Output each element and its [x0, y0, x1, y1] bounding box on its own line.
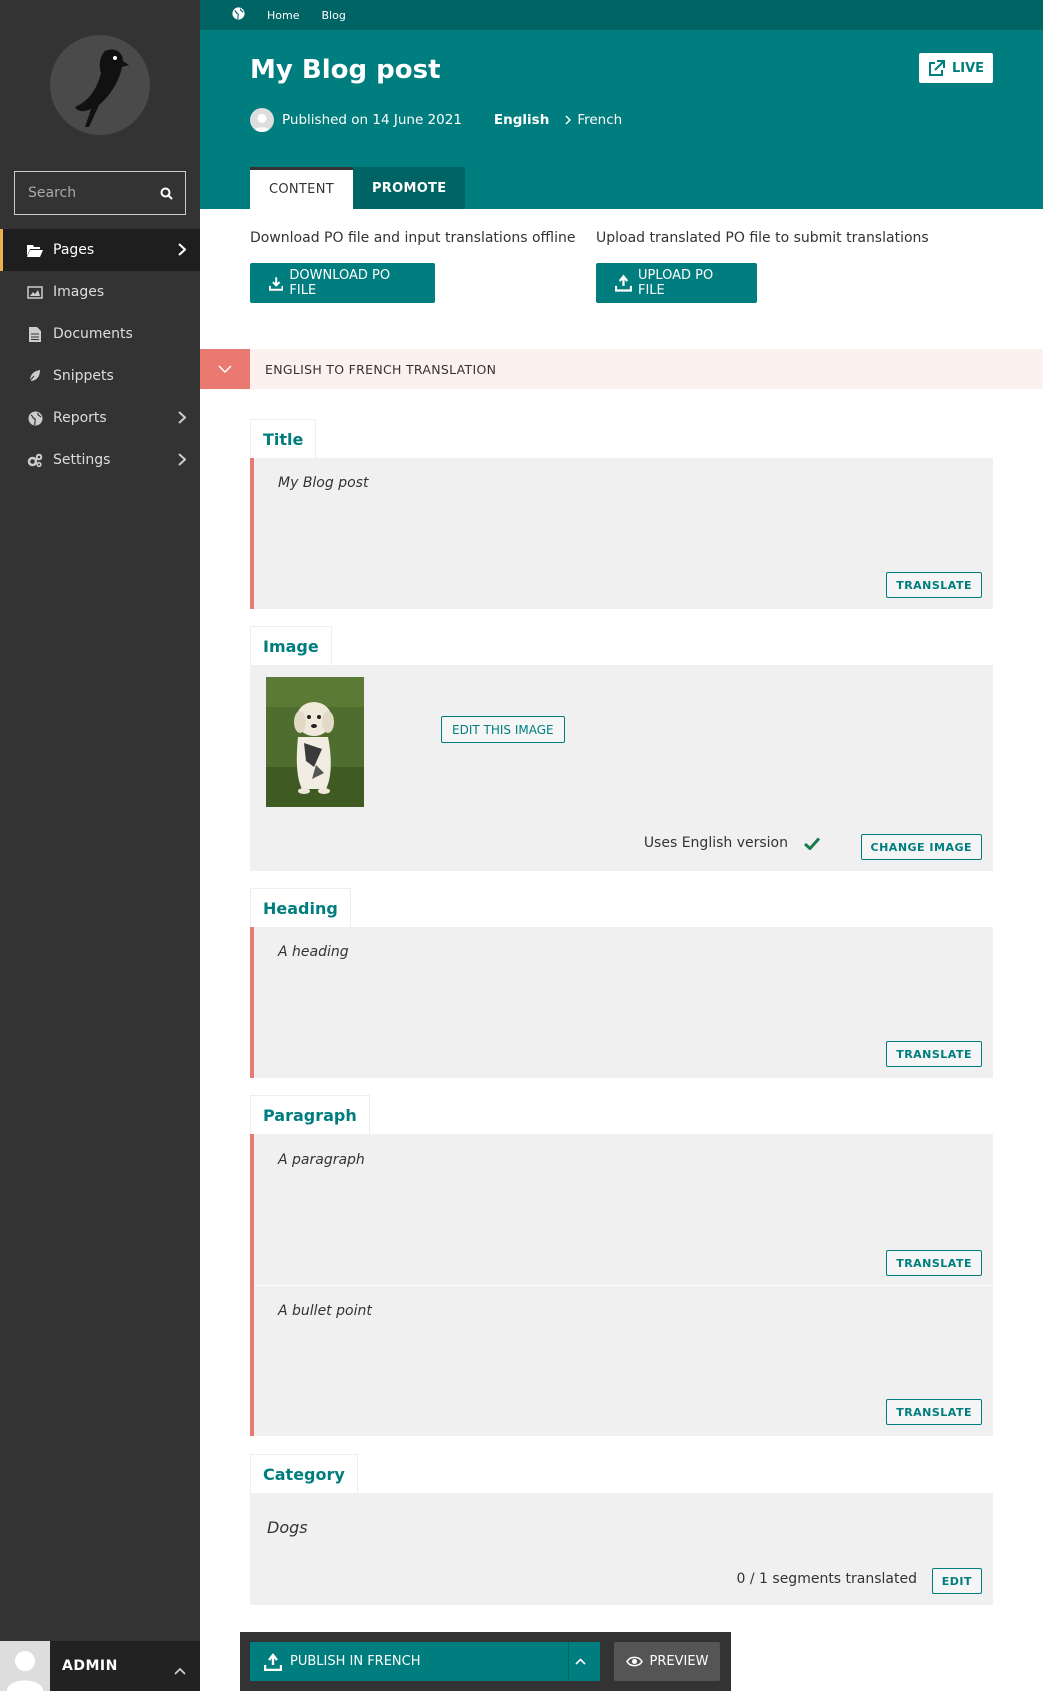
field-heading: A heading TRANSLATE [250, 927, 993, 1078]
segment-text: A bullet point [278, 1303, 372, 1319]
field-category: Dogs 0 / 1 segments translated EDIT [250, 1493, 993, 1605]
field-paragraph: A paragraph TRANSLATE A bullet point TRA… [250, 1134, 993, 1436]
sidebar-item-label: Pages [53, 242, 95, 258]
segment-text: My Blog post [278, 475, 369, 491]
sidebar-item-label: Images [53, 284, 105, 300]
preview-label: PREVIEW [649, 1654, 709, 1669]
sidebar-item-images[interactable]: Images [0, 271, 200, 313]
chevron-up-icon[interactable] [568, 1642, 600, 1681]
download-po-button[interactable]: DOWNLOAD PO FILE [250, 263, 435, 303]
translate-button[interactable]: TRANSLATE [886, 1399, 982, 1425]
search-box [14, 171, 186, 215]
sidebar-item-label: Documents [53, 326, 133, 342]
page-title: My Blog post [250, 55, 441, 85]
sidebar-item-label: Reports [53, 410, 107, 426]
download-po-description: Download PO file and input translations … [250, 230, 576, 246]
search-input[interactable] [28, 185, 148, 201]
external-link-icon [928, 59, 945, 76]
image-icon [27, 284, 43, 300]
tab-bar: CONTENT PROMOTE [250, 167, 466, 209]
breadcrumb: Home Blog [200, 0, 1043, 30]
segment-divider [254, 1285, 993, 1286]
field-label-title: Title [250, 419, 317, 459]
segment-text: A paragraph [278, 1152, 365, 1168]
avatar [0, 1641, 50, 1691]
translation-section-header[interactable]: ENGLISH TO FRENCH TRANSLATION [200, 349, 1043, 389]
category-value: Dogs [267, 1518, 308, 1537]
publish-button[interactable]: PUBLISH IN FRENCH [250, 1642, 600, 1681]
translate-button[interactable]: TRANSLATE [886, 1250, 982, 1276]
chevron-right-icon [178, 411, 187, 428]
change-image-button[interactable]: CHANGE IMAGE [860, 834, 982, 860]
sidebar-item-reports[interactable]: Reports [0, 397, 200, 439]
image-status-text: Uses English version [643, 835, 788, 851]
upload-po-description: Upload translated PO file to submit tran… [596, 230, 929, 246]
footer-action-bar: PUBLISH IN FRENCH PREVIEW [240, 1632, 731, 1691]
globe-icon[interactable] [232, 7, 245, 23]
edit-button[interactable]: EDIT [931, 1568, 982, 1594]
cogs-icon [27, 452, 43, 468]
breadcrumb-home[interactable]: Home [267, 9, 299, 22]
image-status: Uses English version [644, 835, 820, 851]
segment-text: A heading [278, 944, 349, 960]
eye-icon [625, 1656, 643, 1667]
segments-translated-count: 0 / 1 segments translated [736, 1571, 917, 1587]
chevron-right-icon [178, 243, 187, 260]
page-header: Home Blog My Blog post Published on 14 J… [200, 0, 1043, 209]
sidebar-item-snippets[interactable]: Snippets [0, 355, 200, 397]
chevron-right-icon [565, 115, 572, 125]
account-name: ADMIN [62, 1658, 118, 1674]
field-label-heading: Heading [250, 888, 351, 928]
translation-section-label: ENGLISH TO FRENCH TRANSLATION [265, 361, 497, 377]
field-label-paragraph: Paragraph [250, 1095, 370, 1135]
translate-button[interactable]: TRANSLATE [886, 1041, 982, 1067]
page-meta: Published on 14 June 2021 English French [250, 108, 622, 132]
search-icon[interactable] [160, 185, 173, 204]
image-thumbnail[interactable] [266, 677, 364, 807]
folder-open-icon [27, 242, 43, 258]
published-date: Published on 14 June 2021 [282, 112, 462, 128]
edit-image-button[interactable]: EDIT THIS IMAGE [441, 716, 565, 743]
tab-promote[interactable]: PROMOTE [352, 167, 466, 209]
breadcrumb-blog[interactable]: Blog [321, 9, 345, 22]
download-po-label: DOWNLOAD PO FILE [289, 268, 391, 298]
tab-content[interactable]: CONTENT [250, 167, 353, 209]
publish-label: PUBLISH IN FRENCH [290, 1654, 421, 1669]
wagtail-logo[interactable] [50, 35, 150, 135]
sidebar-item-label: Snippets [53, 368, 114, 384]
field-title: My Blog post TRANSLATE [250, 458, 993, 609]
snippet-icon [27, 368, 43, 384]
download-icon [269, 276, 284, 291]
chevron-right-icon [178, 453, 187, 470]
document-icon [27, 326, 43, 342]
sidebar: Pages Images Documents Snippets [0, 0, 200, 1691]
preview-button[interactable]: PREVIEW [614, 1642, 720, 1681]
account-menu[interactable]: ADMIN [0, 1641, 200, 1691]
main-menu: Pages Images Documents Snippets Reports … [0, 229, 200, 481]
upload-po-button[interactable]: UPLOAD PO FILE [596, 263, 757, 303]
field-label-image: Image [250, 626, 332, 666]
sidebar-item-pages[interactable]: Pages [0, 229, 200, 271]
translate-button[interactable]: TRANSLATE [886, 572, 982, 598]
chevron-down-icon[interactable] [200, 349, 250, 389]
sidebar-item-label: Settings [53, 452, 111, 468]
sidebar-item-documents[interactable]: Documents [0, 313, 200, 355]
check-icon [804, 836, 820, 850]
field-label-category: Category [250, 1454, 358, 1494]
globe-icon [27, 410, 43, 426]
target-language[interactable]: French [577, 112, 622, 128]
live-label: LIVE [951, 60, 985, 76]
upload-icon [264, 1652, 282, 1671]
source-language[interactable]: English [494, 112, 549, 128]
upload-icon [615, 274, 632, 292]
upload-po-label: UPLOAD PO FILE [637, 268, 714, 298]
field-image: EDIT THIS IMAGE Uses English version CHA… [250, 665, 993, 871]
live-button[interactable]: LIVE [919, 53, 993, 83]
avatar [250, 108, 274, 132]
sidebar-item-settings[interactable]: Settings [0, 439, 200, 481]
chevron-up-icon[interactable] [174, 1660, 186, 1679]
